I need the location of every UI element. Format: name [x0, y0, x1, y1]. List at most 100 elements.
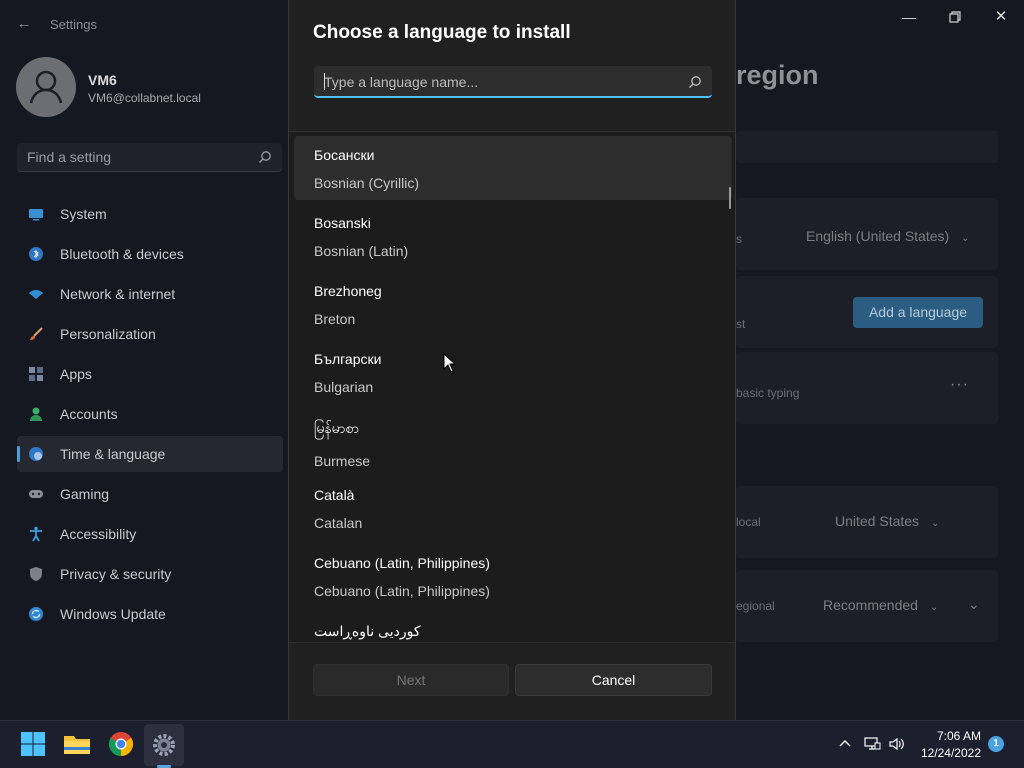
accessibility-icon [30, 526, 42, 542]
language-native-name: کوردیی ناوەڕاست [314, 623, 421, 639]
minimize-icon[interactable]: — [886, 6, 932, 28]
language-english-name: Bosnian (Latin) [314, 243, 409, 259]
windows-start-icon[interactable] [18, 729, 48, 759]
sidebar-item-privacy[interactable]: Privacy & security [17, 556, 283, 592]
settings-taskbar-button[interactable] [144, 724, 184, 766]
language-item-bulgarian[interactable]: Български Bulgarian [294, 340, 732, 404]
language-native-name: မြန်မာစာ [314, 420, 359, 436]
dialog-footer: Next Cancel [289, 642, 735, 720]
close-icon[interactable]: ✕ [978, 6, 1024, 28]
scrollbar-thumb[interactable] [729, 187, 731, 209]
person-icon [30, 407, 42, 421]
sidebar-item-system[interactable]: System [17, 196, 283, 232]
language-search-input[interactable] [324, 73, 674, 91]
country-value: United States [835, 513, 920, 529]
language-item-bosnian-cyrillic[interactable]: Босански Bosnian (Cyrillic) [294, 136, 732, 200]
sidebar-item-label: System [60, 206, 107, 222]
language-english-name: Catalan [314, 515, 363, 531]
sidebar-item-accessibility[interactable]: Accessibility [17, 516, 283, 552]
chevron-down-icon: ⌄ [930, 518, 940, 529]
language-entry-fragment: basic typing [736, 386, 800, 400]
active-indicator [17, 446, 20, 462]
mouse-pointer-icon [443, 353, 455, 373]
language-english-name: Breton [314, 311, 356, 327]
volume-icon[interactable] [888, 735, 906, 753]
language-dialog: Choose a language to install Босански Bo… [288, 0, 736, 720]
clock-time[interactable]: 7:06 AM [925, 729, 981, 743]
regional-format-select[interactable]: Recommended ⌄ [823, 597, 938, 613]
language-native-name: Cebuano (Latin, Philippines) [314, 555, 490, 571]
find-setting-box[interactable] [17, 143, 282, 172]
sidebar-item-label: Bluetooth & devices [60, 246, 184, 262]
user-name: VM6 [88, 72, 117, 88]
language-native-name: Босански [314, 147, 375, 163]
language-english-name: Burmese [314, 453, 371, 469]
find-setting-input[interactable] [27, 148, 247, 166]
sidebar-item-network[interactable]: Network & internet [17, 276, 283, 312]
language-native-name: Brezhoneg [314, 283, 382, 299]
restore-icon[interactable] [932, 6, 978, 28]
avatar[interactable] [16, 57, 76, 117]
sidebar-item-label: Accounts [60, 406, 118, 422]
sidebar-item-gaming[interactable]: Gaming [17, 476, 283, 512]
language-english-name: Cebuano (Latin, Philippines) [314, 583, 490, 599]
regional-format-fragment: egional [736, 599, 775, 613]
preferred-languages-fragment: st [736, 317, 746, 331]
sidebar-item-label: Privacy & security [60, 566, 172, 582]
language-item-burmese[interactable]: မြန်မာစာ Burmese [294, 408, 732, 478]
notification-badge[interactable]: 1 [988, 736, 1004, 752]
card-label-fragment: s [736, 232, 742, 246]
language-item-breton[interactable]: Brezhoneg Breton [294, 272, 732, 336]
cancel-button[interactable]: Cancel [515, 664, 712, 696]
add-language-button[interactable]: Add a language [853, 297, 983, 328]
sidebar-item-windows-update[interactable]: Windows Update [17, 596, 283, 632]
language-english-name: Bosnian (Cyrillic) [314, 175, 420, 191]
sidebar-item-label: Network & internet [60, 286, 176, 302]
language-native-name: Català [314, 487, 355, 503]
language-item-central-kurdish[interactable]: کوردیی ناوەڕاست [294, 612, 732, 642]
clock-date[interactable]: 12/24/2022 [917, 746, 981, 760]
expand-chevron-icon[interactable]: ⌄ [968, 596, 980, 613]
language-list[interactable]: Босански Bosnian (Cyrillic) Bosanski Bos… [289, 131, 735, 642]
network-icon[interactable] [863, 735, 881, 753]
content-card [736, 131, 998, 163]
country-select[interactable]: United States ⌄ [835, 513, 939, 529]
globe-clock-icon [29, 447, 43, 461]
chevron-down-icon: ⌄ [929, 602, 939, 613]
language-item-catalan[interactable]: Català Catalan [294, 476, 732, 540]
language-native-name: Bosanski [314, 215, 371, 231]
text-caret [324, 73, 325, 90]
update-icon [29, 607, 43, 621]
shield-icon [30, 567, 42, 581]
search-icon [259, 151, 271, 163]
display-language-value: English (United States) [806, 228, 950, 244]
file-explorer-icon[interactable] [62, 729, 92, 759]
sidebar-item-time-language[interactable]: Time & language [17, 436, 283, 472]
country-region-fragment: local [736, 515, 761, 529]
regional-format-value: Recommended [823, 597, 918, 613]
language-search-box[interactable] [314, 66, 712, 98]
language-english-name: Bulgarian [314, 379, 374, 395]
next-button[interactable]: Next [313, 664, 509, 696]
sidebar-item-personalization[interactable]: Personalization [17, 316, 283, 352]
sidebar-item-label: Time & language [60, 446, 166, 462]
user-email: VM6@collabnet.local [88, 91, 201, 105]
chrome-icon[interactable] [106, 729, 136, 759]
sidebar-item-label: Apps [60, 366, 92, 382]
wifi-icon [29, 290, 43, 299]
language-item-bosnian-latin[interactable]: Bosanski Bosnian (Latin) [294, 204, 732, 268]
gamepad-icon [29, 490, 43, 498]
display-language-select[interactable]: English (United States) ⌄ [806, 228, 969, 244]
more-options-icon[interactable]: ··· [950, 376, 969, 394]
apps-icon [29, 367, 43, 381]
search-icon [689, 76, 701, 88]
dialog-title: Choose a language to install [313, 22, 571, 43]
chevron-down-icon: ⌄ [961, 233, 970, 244]
sidebar-item-bluetooth[interactable]: Bluetooth & devices [17, 236, 283, 272]
sidebar-item-apps[interactable]: Apps [17, 356, 283, 392]
sidebar-item-accounts[interactable]: Accounts [17, 396, 283, 432]
sidebar-item-label: Windows Update [60, 606, 166, 622]
language-item-cebuano[interactable]: Cebuano (Latin, Philippines) Cebuano (La… [294, 544, 732, 608]
back-arrow-icon[interactable]: ← [14, 14, 34, 34]
chevron-up-icon[interactable] [836, 735, 854, 753]
